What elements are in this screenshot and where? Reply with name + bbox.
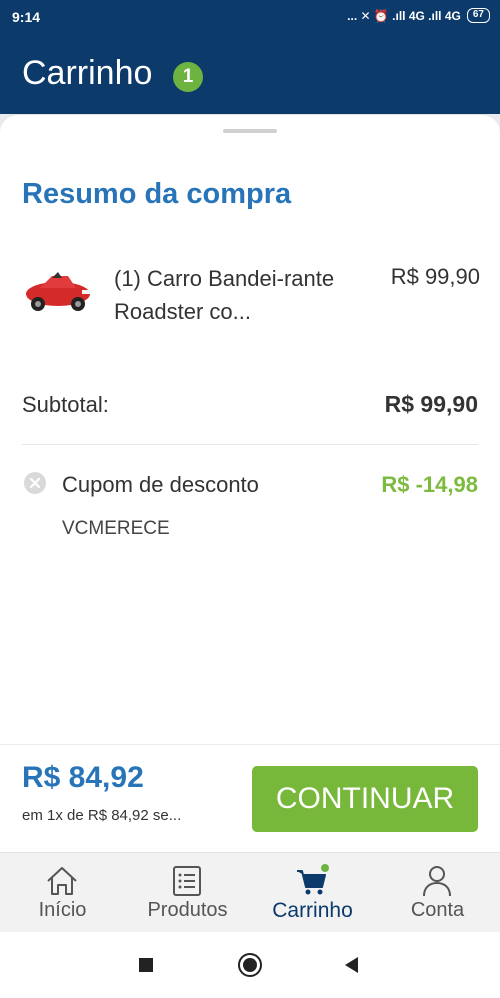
nav-label: Carrinho	[272, 899, 353, 922]
installments-text: em 1x de R$ 84,92 se...	[22, 807, 182, 824]
summary-sheet-header[interactable]	[0, 114, 500, 150]
summary-title: Resumo da compra	[22, 178, 292, 210]
cart-item-price: R$ 99,90	[390, 264, 480, 289]
cart-item[interactable]: (1) Carro Bandei-rante Roadster co... R$…	[22, 258, 482, 348]
status-time: 9:14	[12, 9, 41, 25]
coupon-label: Cupom de desconto	[62, 472, 259, 497]
cart-item-name: (1) Carro Bandei-rante Roadster co...	[114, 266, 335, 324]
order-total: R$ 84,92	[22, 761, 144, 794]
page-title: Carrinho	[22, 54, 153, 92]
list-icon	[173, 866, 201, 896]
nav-item-conta[interactable]: Conta	[375, 853, 500, 933]
nav-item-produtos[interactable]: Produtos	[125, 853, 250, 933]
system-navigation-bar	[0, 932, 500, 998]
product-thumbnail	[26, 272, 90, 311]
continue-button[interactable]: CONTINUAR	[252, 766, 478, 832]
drag-handle[interactable]	[223, 129, 277, 133]
home-button-icon[interactable]	[237, 952, 263, 978]
signal-indicators: ... ✕ ⏰ .ıll 4G .ıll 4G	[347, 8, 461, 23]
checkout-bar: R$ 84,92 em 1x de R$ 84,92 se... CONTINU…	[0, 744, 500, 852]
close-icon	[29, 477, 41, 489]
divider	[22, 444, 478, 445]
nav-label: Produtos	[147, 899, 228, 921]
recents-icon[interactable]	[137, 956, 155, 974]
subtotal-label: Subtotal:	[22, 392, 109, 417]
cart-icon	[297, 864, 329, 895]
nav-item-carrinho[interactable]: Carrinho	[250, 853, 375, 933]
coupon-code: VCMERECE	[62, 518, 170, 539]
home-icon	[47, 867, 77, 895]
back-icon[interactable]	[342, 955, 360, 975]
cart-count-badge: 1	[173, 62, 203, 92]
remove-coupon-icon[interactable]	[24, 472, 46, 494]
status-indicators: ... ✕ ⏰ .ıll 4G .ıll 4G 67	[347, 8, 490, 23]
nav-label: Início	[38, 899, 87, 921]
battery-icon: 67	[466, 8, 490, 23]
coupon-discount-value: R$ -14,98	[381, 472, 478, 497]
user-icon	[423, 866, 451, 897]
status-bar: 9:14 ... ✕ ⏰ .ıll 4G .ıll 4G 67	[0, 0, 500, 34]
subtotal-value: R$ 99,90	[384, 391, 478, 417]
bottom-navigation: Início Produtos Carrinho Conta	[0, 852, 500, 932]
nav-label: Conta	[410, 899, 465, 921]
nav-item-inicio[interactable]: Início	[0, 853, 125, 933]
app-header: Carrinho 1	[0, 34, 500, 114]
